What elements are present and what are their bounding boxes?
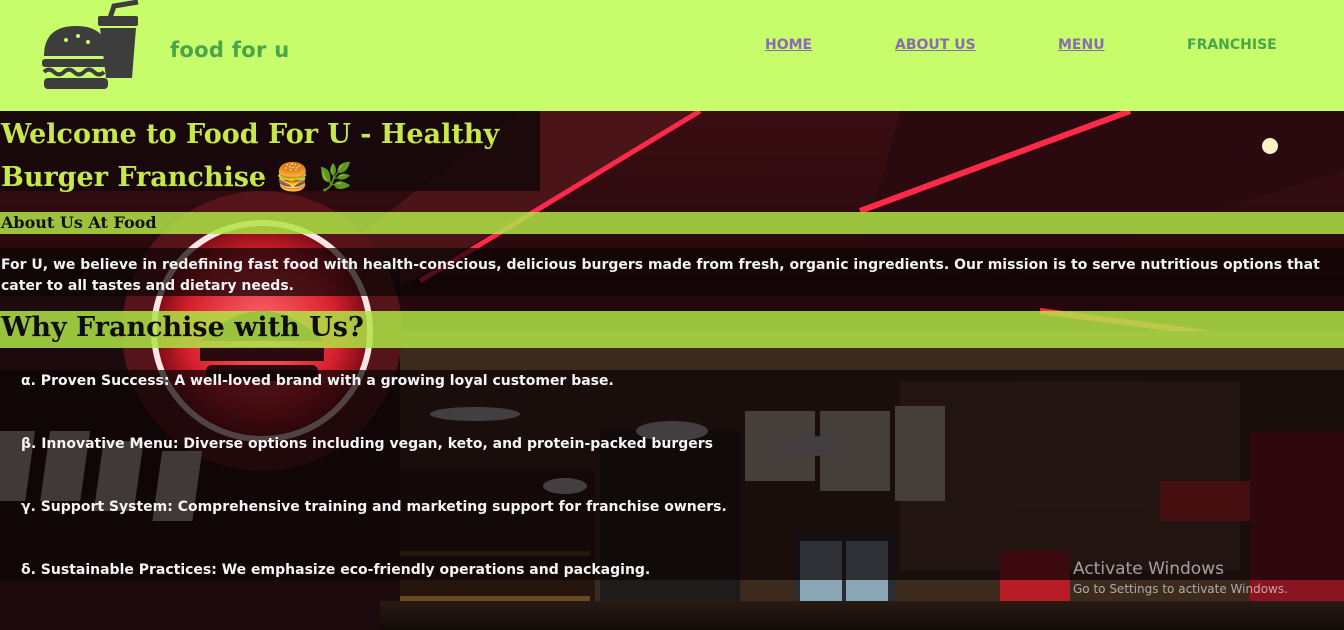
nav-franchise[interactable]: FRANCHISE (1187, 37, 1277, 53)
nav-home[interactable]: HOME (765, 37, 812, 53)
page-title: Welcome to Food For U - Healthy Burger F… (1, 119, 500, 193)
about-paragraph: For U, we believe in redefining fast foo… (1, 257, 1320, 294)
nav-about-us[interactable]: ABOUT US (895, 37, 976, 53)
reason-item: α. Proven Success: A well-loved brand wi… (21, 373, 614, 389)
reason-item: δ. Sustainable Practices: We emphasize e… (21, 562, 651, 578)
reasons-list-band (0, 370, 1344, 580)
watermark-title: Activate Windows (1073, 559, 1224, 579)
reason-item: γ. Support System: Comprehensive trainin… (21, 499, 727, 515)
site-header: food for u HOME ABOUT US MENU FRANCHISE (0, 0, 1344, 111)
reason-item: β. Innovative Menu: Diverse options incl… (21, 436, 713, 452)
about-heading-band (0, 212, 1344, 234)
burger-drink-logo-icon[interactable] (40, 0, 140, 92)
activate-windows-watermark: Activate Windows Go to Settings to activ… (1073, 559, 1288, 596)
watermark-subtitle: Go to Settings to activate Windows. (1073, 582, 1288, 596)
brand-name[interactable]: food for u (170, 38, 290, 62)
why-franchise-heading: Why Franchise with Us? (1, 312, 364, 343)
nav-menu[interactable]: MENU (1058, 37, 1105, 53)
about-heading: About Us At Food (1, 213, 157, 232)
